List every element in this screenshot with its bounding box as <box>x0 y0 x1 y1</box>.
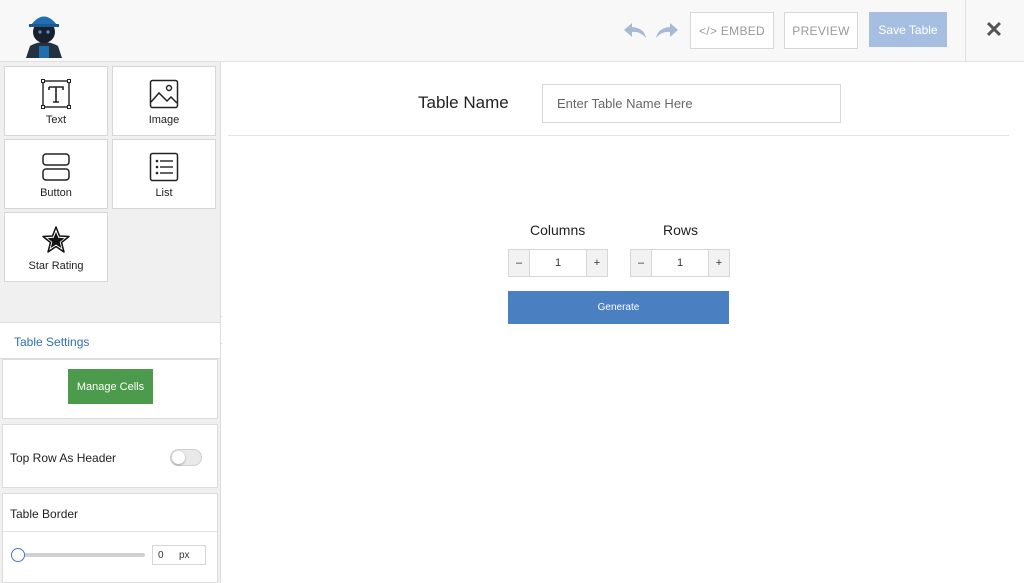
table-border-label: Table Border <box>10 507 79 521</box>
element-list[interactable]: List <box>112 139 216 209</box>
top-row-header-panel: Top Row As Header <box>2 424 218 488</box>
element-button-label: Button <box>40 187 72 199</box>
columns-decrement-button[interactable]: – <box>509 250 530 276</box>
table-settings-title: Table Settings <box>14 335 90 349</box>
columns-label: Columns <box>530 222 586 238</box>
columns-increment-button[interactable]: + <box>586 250 607 276</box>
top-bar: </> EMBED PREVIEW Save Table ✕ <box>0 0 1024 62</box>
manage-cells-button[interactable]: Manage Cells <box>68 369 153 404</box>
panel-divider <box>3 531 217 532</box>
border-slider-handle[interactable] <box>11 548 25 562</box>
main-divider <box>228 135 1009 136</box>
table-name-label: Table Name <box>418 93 509 112</box>
top-row-header-label: Top Row As Header <box>10 451 117 465</box>
close-icon[interactable]: ✕ <box>982 18 1006 42</box>
table-name-input[interactable] <box>543 85 840 122</box>
list-icon <box>149 152 179 182</box>
border-width-input[interactable]: 0 px <box>152 545 206 565</box>
border-width-unit: px <box>179 550 190 561</box>
history-controls <box>622 20 680 42</box>
element-star-rating-label: Star Rating <box>28 260 84 272</box>
rows-decrement-button[interactable]: – <box>631 250 652 276</box>
table-settings-header[interactable]: Table Settings <box>0 322 220 359</box>
element-button[interactable]: Button <box>4 139 108 209</box>
rows-increment-button[interactable]: + <box>708 250 729 276</box>
table-border-panel: Table Border 0 px <box>2 493 218 583</box>
main-canvas: Table Name Columns Rows – 1 + – 1 + Gene… <box>222 62 1024 583</box>
generate-button[interactable]: Generate <box>508 291 729 324</box>
element-star-rating[interactable]: Star Rating <box>4 212 108 282</box>
worker-avatar-logo <box>22 10 66 58</box>
preview-button[interactable]: PREVIEW <box>784 12 858 49</box>
undo-icon[interactable] <box>622 20 648 42</box>
columns-value[interactable]: 1 <box>530 250 586 276</box>
redo-icon[interactable] <box>654 20 680 42</box>
columns-stepper: – 1 + <box>508 249 608 277</box>
element-text-label: Text <box>45 114 67 126</box>
top-row-header-toggle[interactable] <box>170 449 202 466</box>
manage-cells-panel: Manage Cells <box>2 359 218 419</box>
sidebar: Text Image Button List Star Rating Table… <box>0 62 221 583</box>
table-name-field[interactable] <box>542 84 841 123</box>
image-icon <box>149 79 179 109</box>
element-text[interactable]: Text <box>4 66 108 136</box>
element-image[interactable]: Image <box>112 66 216 136</box>
rows-label: Rows <box>663 222 699 238</box>
border-slider-track[interactable] <box>15 553 145 557</box>
save-table-button[interactable]: Save Table <box>869 12 947 47</box>
rows-value[interactable]: 1 <box>652 250 708 276</box>
element-image-label: Image <box>148 114 180 126</box>
button-icon <box>42 153 70 181</box>
border-width-value: 0 <box>158 550 164 561</box>
embed-button[interactable]: </> EMBED <box>690 12 774 49</box>
element-list-label: List <box>155 187 173 199</box>
star-icon <box>42 226 70 253</box>
text-icon <box>41 79 71 109</box>
rows-stepper: – 1 + <box>630 249 730 277</box>
top-divider <box>965 0 966 62</box>
